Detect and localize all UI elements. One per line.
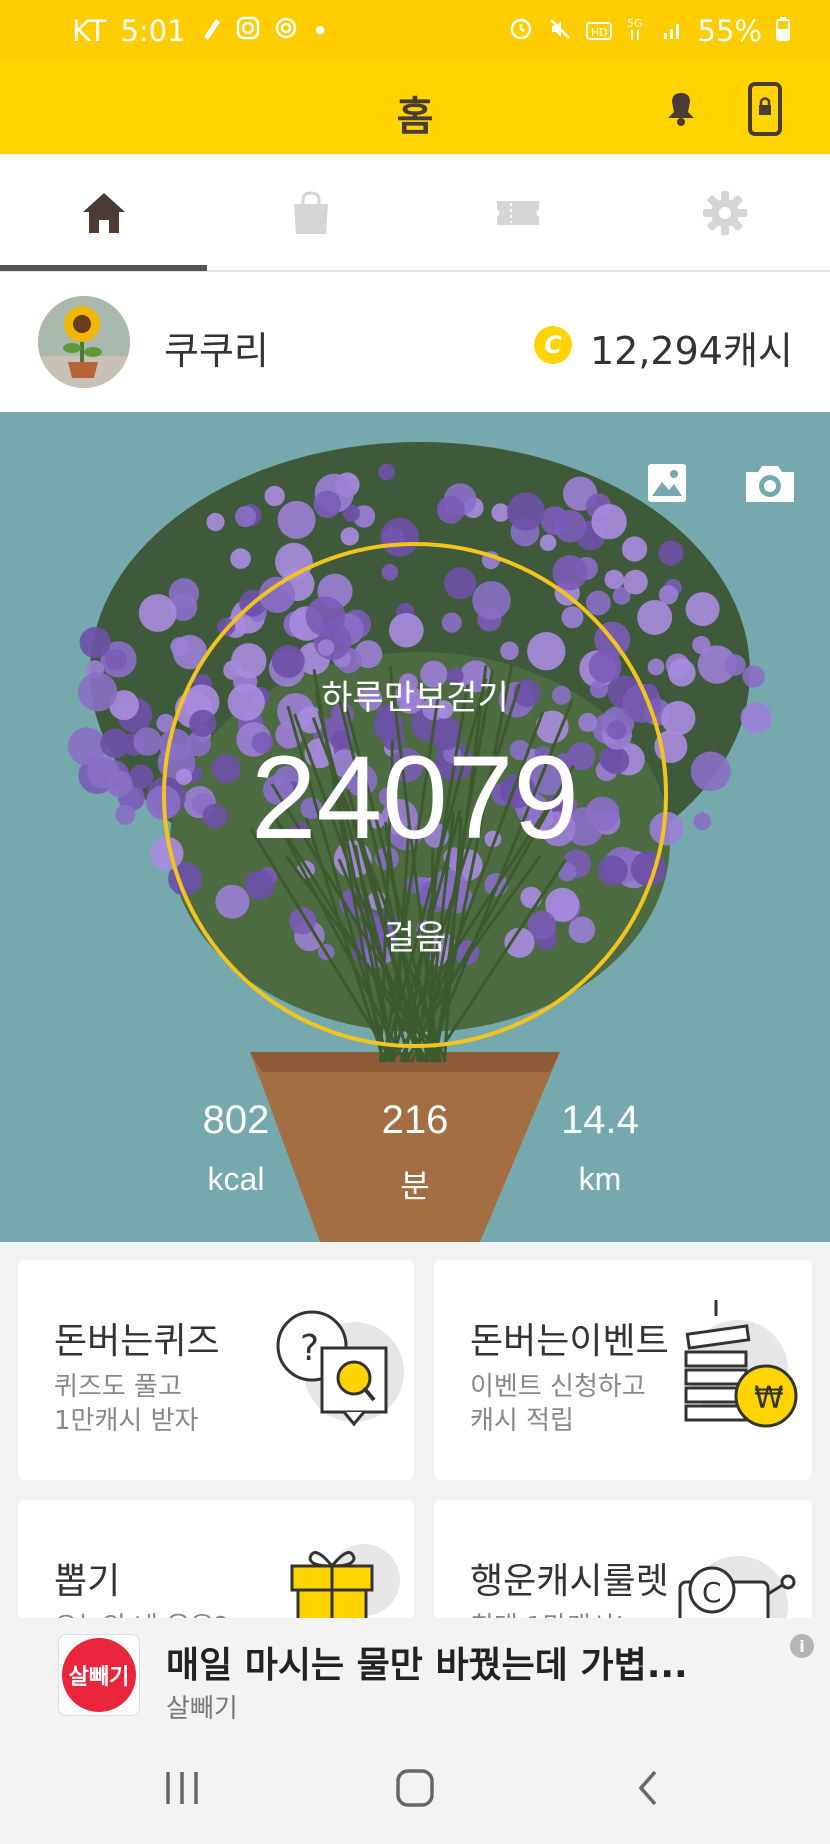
step-counter-hero: 하루만보걷기 24079 걸음 802 kcal 216 분 14.4 km (0, 412, 830, 1242)
5g-icon: 5G (626, 14, 648, 48)
card-subtitle-line: 이벤트 신청하고 (470, 1372, 646, 1402)
step-title: 하루만보걷기 (321, 678, 509, 718)
home-icon (82, 193, 125, 233)
tab-home[interactable] (0, 154, 207, 272)
carrier-label: KT (72, 14, 107, 48)
card-gacha[interactable]: 뽑기 오늘의 내 운은? (18, 1500, 414, 1618)
gallery-icon[interactable] (646, 462, 688, 508)
tab-bar (0, 154, 830, 272)
stat-unit: kcal (207, 1161, 265, 1197)
gift-box-icon (290, 1544, 400, 1618)
card-subtitle-line: 오늘의 내 운은? (54, 1610, 228, 1618)
card-subtitle: 최대 1만캐시! (470, 1610, 625, 1618)
alarm-icon (508, 14, 534, 48)
ad-banner[interactable]: 살빼기 매일 마시는 물만 바꿨는데 가볍... 살빼기 i (0, 1618, 830, 1732)
card-subtitle: 퀴즈도 풀고 1만캐시 받자 (54, 1370, 198, 1438)
ticket-icon (496, 201, 539, 225)
ad-info-icon[interactable]: i (790, 1634, 814, 1658)
instagram-icon (236, 16, 260, 46)
ad-advertiser: 살빼기 (166, 1694, 238, 1724)
card-quiz[interactable]: 돈버는퀴즈 퀴즈도 풀고 1만캐시 받자 ? (18, 1260, 414, 1480)
card-title: 행운캐시룰렛 (470, 1561, 669, 1602)
home-button-icon[interactable] (385, 1762, 445, 1814)
mute-icon (548, 14, 572, 48)
tab-settings[interactable] (621, 154, 828, 272)
recent-apps-icon[interactable] (152, 1762, 212, 1814)
status-left: KT 5:01 • (72, 14, 329, 48)
svg-text:HD: HD (591, 26, 608, 39)
camera-icon[interactable] (742, 462, 798, 510)
quiz-icon: ? (276, 1310, 404, 1427)
card-subtitle-line: 퀴즈도 풀고 (54, 1372, 182, 1402)
battery-icon (776, 14, 790, 48)
card-subtitle-line: 1만캐시 받자 (54, 1406, 199, 1436)
system-nav-bar (0, 1732, 830, 1844)
stat-calories: 802 kcal (136, 1098, 336, 1198)
tab-shop[interactable] (207, 154, 414, 272)
shopping-bag-icon (293, 191, 328, 234)
card-subtitle-line: 최대 1만캐시! (470, 1610, 625, 1618)
settings-gear-icon (274, 16, 298, 46)
cash-balance[interactable]: 12,294캐시 (590, 320, 793, 375)
stat-value: 216 (381, 1098, 449, 1142)
pen-icon (200, 15, 222, 47)
avatar[interactable] (38, 296, 130, 388)
notification-dot: • (311, 14, 329, 48)
won-symbol: ₩ (754, 1381, 784, 1416)
app-bar: 홈 (0, 62, 830, 154)
stat-value: 14.4 (561, 1098, 639, 1142)
cash-coin-icon: C (534, 326, 572, 364)
signal-icon (662, 14, 684, 48)
feature-cards: 돈버는퀴즈 퀴즈도 풀고 1만캐시 받자 ? 돈버는이벤트 이벤트 신청하고 캐… (0, 1242, 830, 1618)
back-icon[interactable] (618, 1762, 678, 1814)
active-tab-indicator (0, 265, 207, 271)
coins-won-icon: ₩ (684, 1300, 798, 1428)
coin-symbol: C (702, 1576, 722, 1609)
hd-icon: HD (585, 14, 612, 48)
bell-icon[interactable] (660, 88, 700, 128)
stat-distance: 14.4 km (500, 1098, 700, 1198)
stat-unit: 분 (400, 1168, 430, 1204)
card-subtitle: 오늘의 내 운은? (54, 1610, 228, 1618)
ad-logo: 살빼기 (58, 1634, 140, 1716)
card-title: 뽑기 (54, 1561, 121, 1602)
svg-text:5G: 5G (627, 17, 643, 30)
card-title: 돈버는이벤트 (470, 1321, 669, 1362)
battery-label: 55% (697, 14, 762, 48)
stat-unit: km (578, 1161, 622, 1197)
status-right: HD 5G 55% (508, 14, 790, 48)
card-subtitle: 이벤트 신청하고 캐시 적립 (470, 1370, 646, 1438)
clock: 5:01 (120, 14, 186, 48)
profile-row: 쿠쿠리 C 12,294캐시 (0, 272, 830, 412)
tab-coupon[interactable] (414, 154, 621, 272)
stat-minutes: 216 분 (315, 1098, 515, 1207)
step-count: 24079 (250, 732, 580, 864)
nickname: 쿠쿠리 (164, 329, 269, 373)
ad-title: 매일 마시는 물만 바꿨는데 가볍... (166, 1645, 688, 1686)
gear-icon (702, 191, 747, 235)
cash-roulette-icon: C (678, 1556, 796, 1618)
ad-logo-text: 살빼기 (62, 1638, 136, 1712)
page-title: 홈 (396, 94, 434, 140)
card-subtitle-line: 캐시 적립 (470, 1406, 574, 1436)
stat-value: 802 (202, 1098, 270, 1142)
card-title: 돈버는퀴즈 (54, 1321, 220, 1362)
card-roulette[interactable]: 행운캐시룰렛 최대 1만캐시! C (434, 1500, 812, 1618)
card-event[interactable]: 돈버는이벤트 이벤트 신청하고 캐시 적립 ₩ (434, 1260, 812, 1480)
status-bar: KT 5:01 • HD 5G 55% (0, 0, 830, 62)
svg-text:?: ? (300, 1328, 319, 1369)
lock-phone-icon[interactable] (748, 82, 782, 136)
step-unit: 걸음 (383, 918, 447, 958)
